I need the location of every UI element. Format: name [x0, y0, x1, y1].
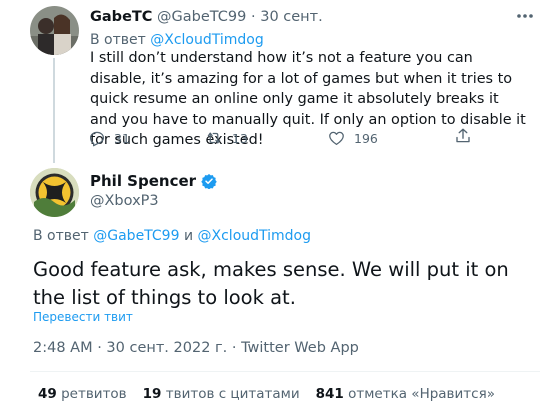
- share-button[interactable]: [454, 126, 472, 146]
- reply-date[interactable]: 30 сент.: [260, 9, 323, 25]
- main-author-row: Phil Spencer: [90, 172, 217, 190]
- retweet-icon: [207, 132, 221, 144]
- main-tweet-text: Good feature ask, makes sense. We will p…: [33, 258, 509, 309]
- main-reply-context: В ответ @GabeTC99 и @XcloudTimdog: [33, 228, 311, 244]
- retweets-count: 49: [38, 386, 57, 402]
- engagement-stats: 49 ретвитов 19 твитов с цитатами 841 отм…: [38, 386, 495, 402]
- main-author-name[interactable]: Phil Spencer: [90, 172, 196, 190]
- main-author-handle[interactable]: @XboxP3: [90, 193, 159, 209]
- divider: [30, 371, 540, 372]
- xbox-avatar[interactable]: [30, 168, 79, 217]
- likes-label: отметка «Нравится»: [348, 386, 495, 402]
- reply-button[interactable]: 31: [88, 129, 130, 147]
- more-options-icon[interactable]: [512, 6, 538, 26]
- verified-badge-icon: [201, 174, 217, 189]
- heart-icon: [329, 131, 344, 146]
- reply-author-name[interactable]: GabeTC: [90, 9, 152, 25]
- translate-tweet-link[interactable]: Перевести твит: [33, 310, 133, 324]
- reply-mention-link-2[interactable]: @XcloudTimdog: [198, 228, 312, 244]
- gabetc-avatar[interactable]: [30, 6, 79, 55]
- reply-prefix: В ответ: [90, 32, 146, 48]
- retweet-button[interactable]: 13: [204, 129, 248, 147]
- retweets-stat[interactable]: 49 ретвитов: [38, 386, 127, 402]
- likes-stat[interactable]: 841 отметка «Нравится»: [316, 386, 495, 402]
- reply-tweet-header: GabeTC @GabeTC99 · 30 сент.: [90, 9, 323, 25]
- reply-context: В ответ @XcloudTimdog: [90, 32, 264, 48]
- reply-count: 31: [114, 130, 130, 146]
- reply-author-handle[interactable]: @GabeTC99: [157, 9, 246, 25]
- like-count: 196: [354, 130, 378, 146]
- tweet-timestamp[interactable]: 2:48 AM · 30 сент. 2022 г. · Twitter Web…: [33, 340, 359, 356]
- quotes-label: твитов с цитатами: [165, 386, 300, 402]
- likes-count: 841: [315, 386, 344, 402]
- like-button[interactable]: 196: [327, 129, 378, 147]
- reply-conjunction: и: [183, 228, 194, 244]
- reply-mention-link-1[interactable]: @GabeTC99: [93, 228, 179, 244]
- thread-line: [53, 58, 55, 163]
- retweet-count: 13: [232, 130, 248, 146]
- share-icon: [456, 128, 470, 143]
- reply-icon: [89, 131, 105, 147]
- quotes-count: 19: [142, 386, 162, 402]
- retweets-label: ретвитов: [61, 386, 127, 402]
- header-separator: ·: [251, 9, 256, 25]
- quotes-stat[interactable]: 19 твитов с цитатами: [143, 386, 300, 402]
- reply-mention-link[interactable]: @XcloudTimdog: [150, 32, 264, 48]
- main-reply-prefix: В ответ: [33, 228, 89, 244]
